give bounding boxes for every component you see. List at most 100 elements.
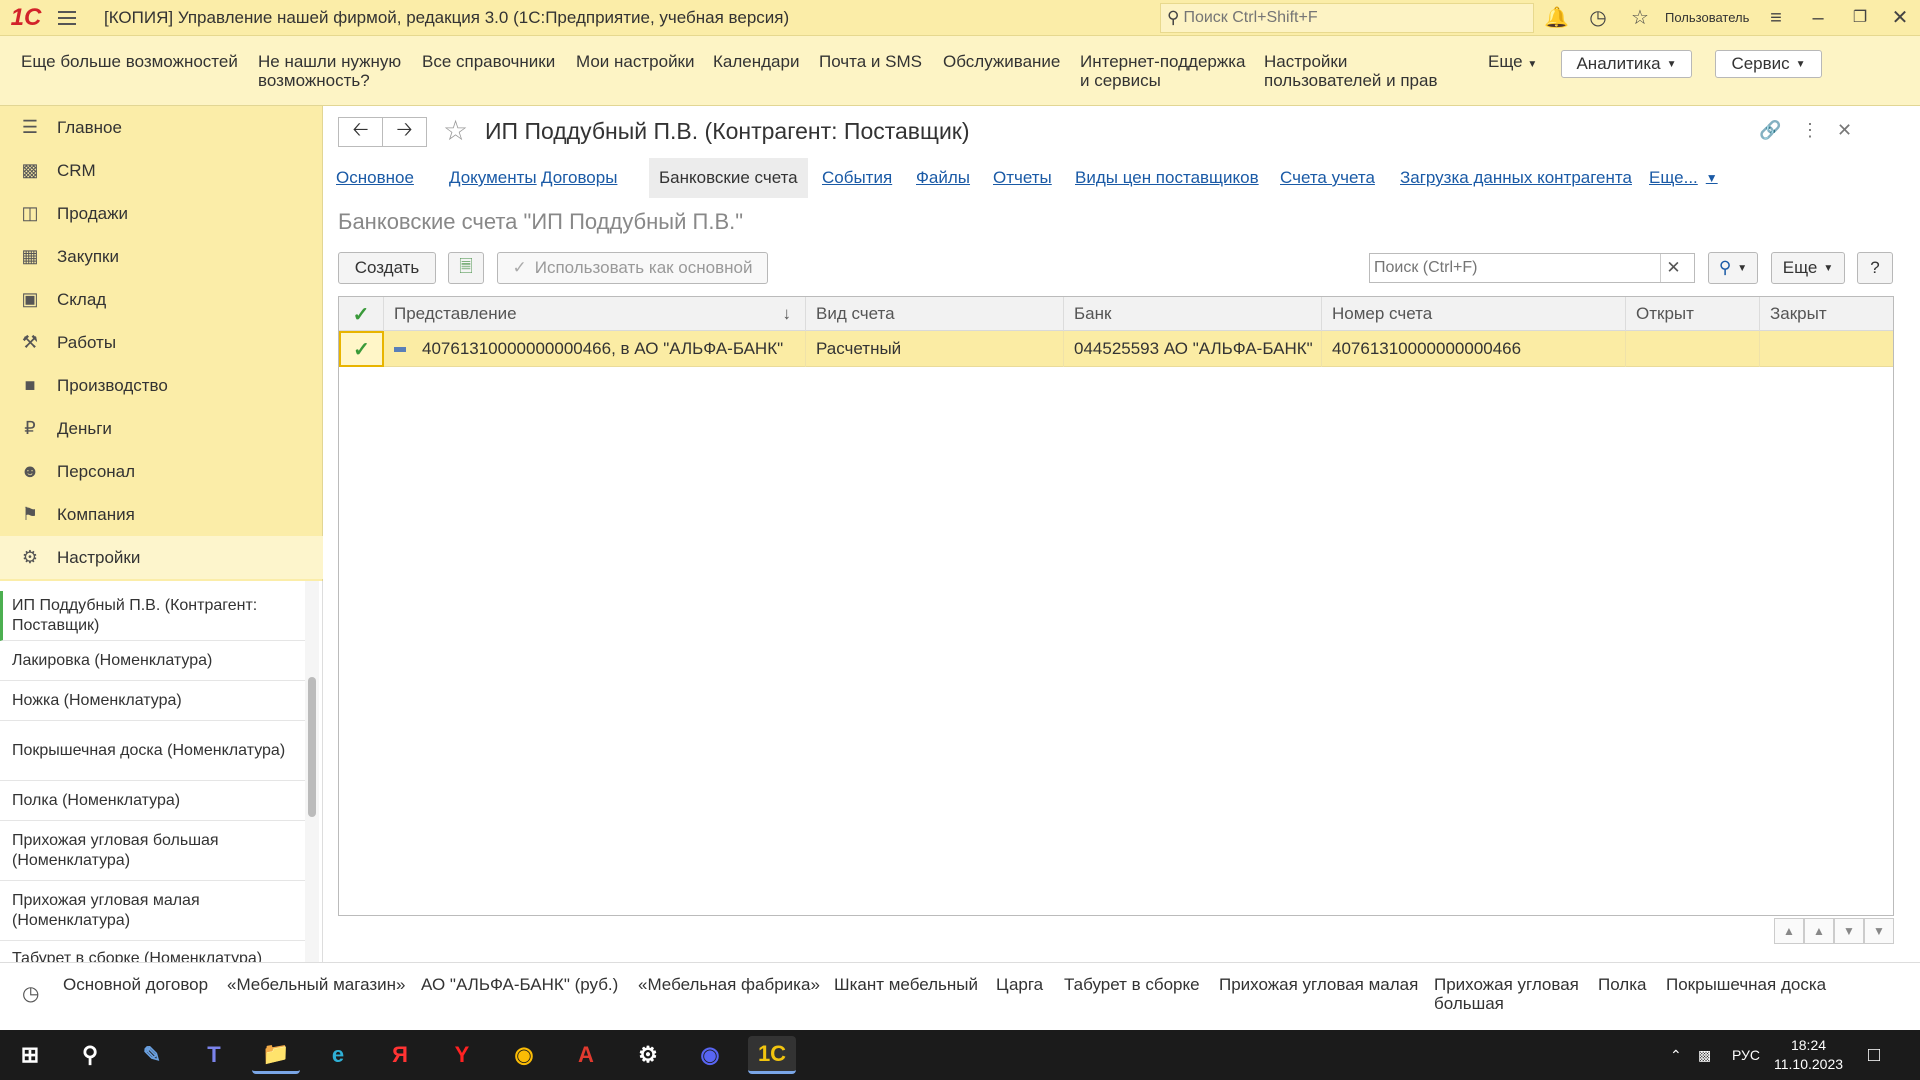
yandex-icon[interactable]: Я <box>376 1036 424 1074</box>
settings-menu-icon[interactable]: ≡ <box>1764 6 1788 30</box>
close-window-icon[interactable]: ✕ <box>1888 6 1912 30</box>
bell-icon[interactable]: 🔔 <box>1544 6 1569 30</box>
cell-account-type[interactable]: Расчетный <box>806 331 1064 367</box>
history-item[interactable]: Покрышечная доска <box>1666 975 1826 994</box>
history-icon[interactable]: ◷ <box>22 984 39 1004</box>
sidebar-item-money[interactable]: ₽ Деньги <box>0 407 323 450</box>
panel-item-my-settings[interactable]: Мои настройки <box>576 52 695 71</box>
minimize-icon[interactable]: – <box>1806 6 1830 30</box>
sidebar-item-company[interactable]: ⚑ Компания <box>0 493 323 536</box>
history-item[interactable]: Табурет в сборке <box>1064 975 1200 994</box>
scrollbar-thumb[interactable] <box>308 677 316 817</box>
panel-item-not-found[interactable]: Не нашли нужную возможность? <box>258 52 408 90</box>
column-header-representation[interactable]: Представление ↓ <box>384 297 806 331</box>
scroll-up-button[interactable]: ▲ <box>1804 918 1834 944</box>
discord-app-icon[interactable]: ◉ <box>686 1036 734 1074</box>
history-item[interactable]: Царга <box>996 975 1043 994</box>
history-item[interactable]: Шкант мебельный <box>834 975 978 994</box>
sidebar-item-personnel[interactable]: ☻ Персонал <box>0 450 323 493</box>
tab-events[interactable]: События <box>812 158 902 198</box>
panel-item-calendars[interactable]: Календари <box>713 52 799 71</box>
more-actions-icon[interactable]: ⋮ <box>1801 120 1819 141</box>
cell-account-number[interactable]: 40761310000000000466 <box>1322 331 1626 367</box>
panel-item-more[interactable]: Еще ▼ <box>1488 52 1537 74</box>
sidebar-item-purchases[interactable]: ▦ Закупки <box>0 235 323 278</box>
keyboard-language[interactable]: РУС <box>1732 1030 1760 1080</box>
list-search[interactable]: ✕ <box>1369 253 1695 283</box>
cell-bank[interactable]: 044525593 АО "АЛЬФА-БАНК" <box>1064 331 1322 367</box>
mark-column-header[interactable]: ✓ <box>339 297 384 331</box>
column-header-account-number[interactable]: Номер счета <box>1322 297 1626 331</box>
taskbar-search-icon[interactable]: ⚲ <box>66 1036 114 1074</box>
network-icon[interactable]: ▩ <box>1698 1030 1711 1080</box>
panel-item-service[interactable]: Обслуживание <box>943 52 1060 71</box>
table-row[interactable]: ✓ 40761310000000000466, в АО "АЛЬФА-БАНК… <box>339 331 1893 367</box>
column-header-bank[interactable]: Банк <box>1064 297 1322 331</box>
sidebar-item-settings[interactable]: ⚙ Настройки <box>0 536 323 579</box>
forward-button[interactable]: 🡢 <box>382 117 427 147</box>
1c-app-icon[interactable]: 1С <box>748 1036 796 1074</box>
tab-accounting[interactable]: Счета учета <box>1270 158 1385 198</box>
cell-opened[interactable] <box>1626 331 1760 367</box>
history-icon[interactable]: ◷ <box>1586 6 1610 30</box>
open-window-item[interactable]: Ножка (Номенклатура) <box>0 681 305 721</box>
open-window-item[interactable]: Покрышечная доска (Номенклатура) <box>0 721 305 781</box>
history-item[interactable]: «Мебельный магазин» <box>227 975 405 994</box>
tab-bank-accounts[interactable]: Банковские счета <box>649 158 808 198</box>
sidebar-item-warehouse[interactable]: ▣ Склад <box>0 278 323 321</box>
cell-representation[interactable]: 40761310000000000466, в АО "АЛЬФА-БАНК" <box>384 331 806 367</box>
use-as-main-button[interactable]: ✓ Использовать как основной <box>497 252 768 284</box>
tab-more[interactable]: Еще... ▼ <box>1639 158 1728 198</box>
analytics-button[interactable]: Аналитика ▼ <box>1561 50 1692 78</box>
global-search[interactable]: ⚲ <box>1160 3 1534 33</box>
history-item[interactable]: АО "АЛЬФА-БАНК" (руб.) <box>421 975 618 994</box>
yandex-browser-icon[interactable]: Y <box>438 1036 486 1074</box>
copy-add-button[interactable]: 🗏 <box>448 252 484 284</box>
tab-main[interactable]: Основное <box>326 158 424 198</box>
open-window-item[interactable]: Прихожая угловая большая (Номенклатура) <box>0 821 305 881</box>
global-search-input[interactable] <box>1183 9 1504 27</box>
panel-item-all-catalogs[interactable]: Все справочники <box>422 52 555 71</box>
star-icon[interactable]: ☆ <box>1628 6 1652 30</box>
acrobat-icon[interactable]: A <box>562 1036 610 1074</box>
taskbar-clock[interactable]: 18:24 11.10.2023 <box>1774 1036 1843 1074</box>
edge-browser-icon[interactable]: e <box>314 1036 362 1074</box>
settings-app-icon[interactable]: ⚙ <box>624 1036 672 1074</box>
service-button[interactable]: Сервис ▼ <box>1715 50 1822 78</box>
open-window-item[interactable]: Табурет в сборке (Номенклатура) <box>0 941 305 962</box>
cell-closed[interactable] <box>1760 331 1893 367</box>
scroll-down-button[interactable]: ▼ <box>1834 918 1864 944</box>
panel-item-mail-sms[interactable]: Почта и SMS <box>819 52 922 71</box>
history-item[interactable]: Прихожая угловая малая <box>1219 975 1418 994</box>
scroll-top-button[interactable]: ▲ <box>1774 918 1804 944</box>
tab-reports[interactable]: Отчеты <box>983 158 1062 198</box>
sidebar-item-works[interactable]: ⚒ Работы <box>0 321 323 364</box>
scroll-bottom-button[interactable]: ▼ <box>1864 918 1894 944</box>
history-item[interactable]: «Мебельная фабрика» <box>638 975 820 994</box>
notepad-app-icon[interactable]: ✎ <box>128 1036 176 1074</box>
tab-files[interactable]: Файлы <box>906 158 980 198</box>
history-item[interactable]: Основной договор <box>63 975 208 994</box>
panel-item-user-settings[interactable]: Настройки пользователей и прав <box>1264 52 1464 90</box>
teams-app-icon[interactable]: T <box>190 1036 238 1074</box>
column-header-opened[interactable]: Открыт <box>1626 297 1760 331</box>
user-name[interactable]: Пользователь <box>1665 10 1749 25</box>
close-form-icon[interactable]: ✕ <box>1837 120 1852 141</box>
sidebar-item-main[interactable]: ☰ Главное <box>0 106 323 149</box>
windows-start-icon[interactable]: ⊞ <box>6 1036 54 1074</box>
create-button[interactable]: Создать <box>338 252 436 284</box>
tab-data-load[interactable]: Загрузка данных контрагента <box>1390 158 1642 198</box>
sidebar-item-production[interactable]: ■ Производство <box>0 364 323 407</box>
main-menu-icon[interactable] <box>52 0 82 36</box>
file-explorer-icon[interactable]: 📁 <box>252 1036 300 1074</box>
history-item[interactable]: Полка <box>1598 975 1647 994</box>
search-options-button[interactable]: ⚲ ▼ <box>1708 252 1758 284</box>
open-windows-scrollbar[interactable] <box>305 581 319 962</box>
more-button[interactable]: Еще ▼ <box>1771 252 1845 284</box>
back-button[interactable]: 🡠 <box>338 117 383 147</box>
history-item[interactable]: Прихожая угловая большая <box>1434 975 1584 1013</box>
panel-item-internet-support[interactable]: Интернет-поддержка и сервисы <box>1080 52 1250 90</box>
chrome-browser-icon[interactable]: ◉ <box>500 1036 548 1074</box>
tab-contracts[interactable]: Договоры <box>531 158 627 198</box>
open-window-item[interactable]: Прихожая угловая малая (Номенклатура) <box>0 881 305 941</box>
